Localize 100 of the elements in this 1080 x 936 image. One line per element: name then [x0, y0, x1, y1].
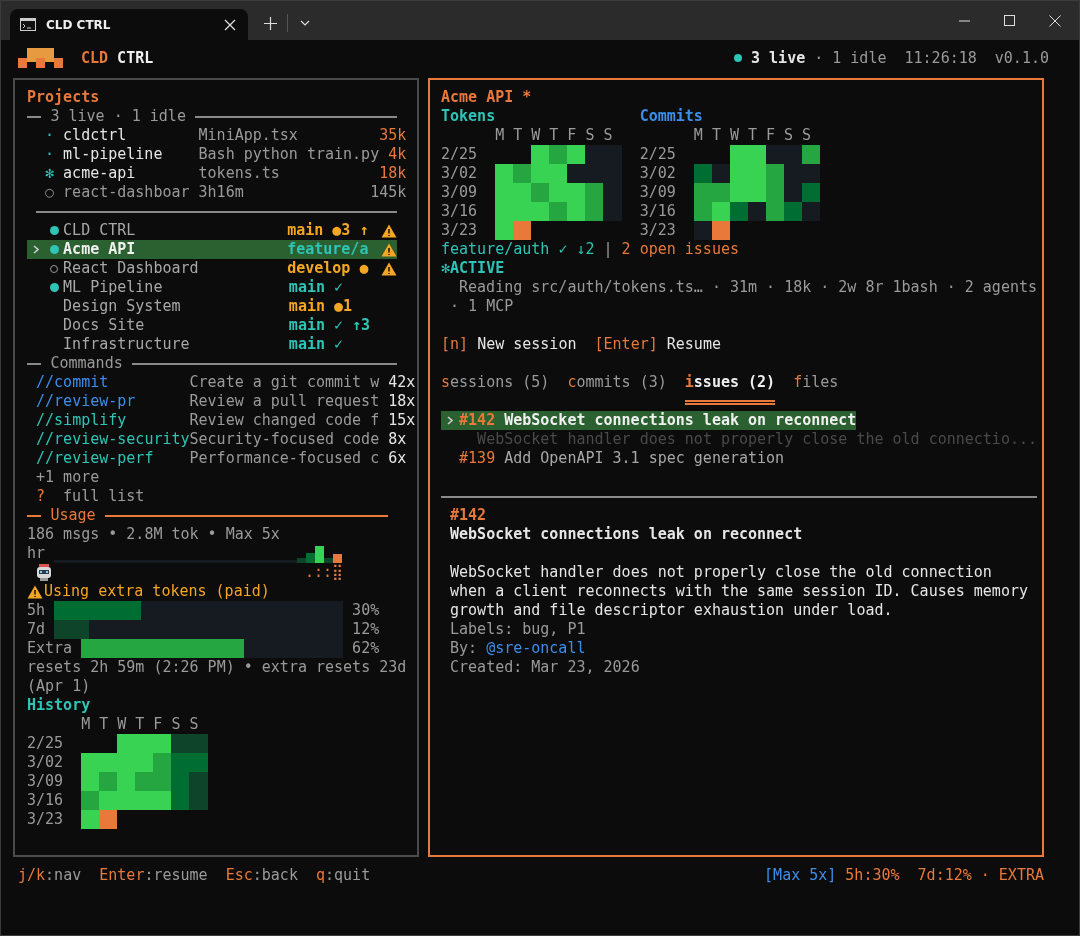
activity-details: Reading src/auth/tokens.ts… · 31m · 18k · 2w 8r 1bash · 2 agents · 1 MCP	[449, 278, 1037, 316]
usage-percent: 12%	[351, 620, 381, 639]
project-list-item[interactable]: Acme API feature/a	[27, 240, 398, 259]
command-name[interactable]: //simplify	[36, 411, 190, 430]
issue-count: 2 open issues	[621, 240, 739, 259]
usage-count: 18x	[388, 392, 416, 411]
week-label: 3/16	[27, 791, 65, 810]
issue-list-item[interactable]: #142 WebSocket connections leak on reconnect	[441, 411, 857, 430]
command-name[interactable]: //review-perf	[36, 449, 190, 468]
weekday-label: T	[135, 715, 146, 734]
chevron-down-icon[interactable]	[300, 20, 310, 26]
issue-number: #142	[459, 411, 496, 430]
tab[interactable]: sessions (5)	[441, 373, 550, 405]
session-marker: ·	[45, 145, 56, 164]
issue-list-item[interactable]: #139 Add OpenAPI 3.1 spec generation	[441, 449, 785, 468]
action-shortcut[interactable]: [n] New session	[441, 335, 577, 354]
command-description: Performance-focused c	[189, 449, 380, 468]
key-hint: j/k:nav	[18, 866, 82, 885]
session-marker: ✻	[45, 164, 56, 183]
status-dot	[49, 283, 59, 292]
issue-preview: WebSocket handler does not properly close the old connectio...	[477, 430, 1038, 449]
usage-percent: 30%	[351, 601, 381, 620]
terminal-tab[interactable]: CLD CTRL	[10, 9, 248, 40]
project-name: Design System	[63, 297, 182, 316]
weekday-label: S	[603, 126, 614, 145]
branch-status: main ✓	[288, 335, 345, 354]
project-list-item[interactable]: Docs Site main ✓ ↑3	[27, 316, 398, 335]
project-list-item[interactable]: Infrastructure main ✓	[27, 335, 398, 354]
separator: |	[603, 240, 613, 259]
status-dot	[49, 245, 59, 254]
week-label: 3/02	[639, 164, 677, 183]
weekday-label: S	[189, 715, 200, 734]
branch-status: feature/a	[287, 240, 370, 259]
more-link[interactable]: +1 more	[36, 468, 100, 487]
weekday-label: M	[81, 715, 92, 734]
command-name[interactable]: //commit	[36, 373, 190, 392]
close-icon[interactable]	[1049, 14, 1061, 27]
command-description: Review changed code f	[189, 411, 380, 430]
weekday-label: F	[153, 715, 164, 734]
token-count: 35k	[379, 126, 407, 145]
usage-count: 15x	[388, 411, 416, 430]
section-label: 3 live · 1 idle	[50, 107, 186, 126]
session-file: 3h16m	[198, 183, 244, 202]
week-label: 3/16	[441, 202, 479, 221]
project-name: ML Pipeline	[63, 278, 164, 297]
status-dot	[49, 226, 59, 235]
usage-summary: 186 msgs • 2.8M tok • Max 5x	[27, 525, 280, 544]
chevron-icon	[447, 416, 453, 425]
tab[interactable]: files	[793, 373, 839, 405]
warning-message: Using extra tokens (paid)	[44, 582, 270, 601]
tab-title: CLD CTRL	[46, 17, 112, 32]
project-title: Acme API *	[441, 88, 532, 107]
limit-label: Extra	[27, 639, 73, 658]
weekday-label: M	[693, 126, 704, 145]
activity-marks: .::⣿	[305, 563, 344, 582]
project-list-item[interactable]: Design System main ●1	[27, 297, 398, 316]
project-name: Acme API	[63, 240, 137, 259]
weekday-label: S	[171, 715, 182, 734]
tab[interactable]: issues (2)	[684, 373, 776, 405]
command-name[interactable]: //review-pr	[36, 392, 190, 411]
activity-status: ACTIVE	[450, 259, 505, 278]
project-list-item[interactable]: React Dashboard develop ●	[27, 259, 398, 278]
command-description: Create a git commit w	[189, 373, 380, 392]
help-label: full list	[63, 487, 145, 506]
close-icon[interactable]	[224, 18, 236, 31]
idle-count: · 1 idle	[814, 49, 887, 67]
plus-icon[interactable]	[264, 17, 277, 30]
week-label: 2/25	[441, 145, 479, 164]
session-file: tokens.ts	[198, 164, 280, 183]
project-list-item[interactable]: CLD CTRL main ●3 ↑	[27, 221, 398, 240]
maximize-icon[interactable]	[1004, 15, 1015, 26]
issue-labels: Labels: bug, P1	[450, 620, 586, 639]
weekday-label: T	[747, 126, 758, 145]
project-list-item[interactable]: ML Pipeline main ✓	[27, 278, 398, 297]
version: v0.1.0	[994, 49, 1049, 67]
usage-count: 8x	[388, 430, 407, 449]
section-label: Commands	[50, 354, 123, 373]
weekday-label: M	[495, 126, 506, 145]
seven-day-usage: 7d:12%	[917, 866, 972, 885]
minimize-icon[interactable]	[959, 19, 970, 22]
project-name: Infrastructure	[63, 335, 191, 354]
tab[interactable]: commits (3)	[567, 373, 667, 405]
project-name: CLD CTRL	[63, 221, 137, 240]
terminal-icon	[20, 18, 36, 31]
clock: 11:26:18	[904, 49, 977, 67]
author-link[interactable]: @sre-oncall	[486, 639, 586, 658]
issue-title: WebSocket connections leak on reconnect	[504, 411, 857, 430]
session-name: acme-api	[63, 164, 137, 183]
app-title: CLD	[81, 49, 109, 67]
live-count: 3 live	[751, 49, 806, 67]
command-name[interactable]: //review-security	[36, 430, 190, 449]
action-shortcut[interactable]: [Enter] Resume	[594, 335, 721, 354]
week-label: 3/02	[27, 753, 65, 772]
weekday-label: S	[802, 126, 813, 145]
weekday-label: S	[585, 126, 596, 145]
section-title: Projects	[27, 88, 100, 107]
token-count: 4k	[388, 145, 407, 164]
usage-count: 6x	[388, 449, 407, 468]
limit-label: 7d	[27, 620, 46, 639]
key-hint: Enter:resume	[99, 866, 208, 885]
